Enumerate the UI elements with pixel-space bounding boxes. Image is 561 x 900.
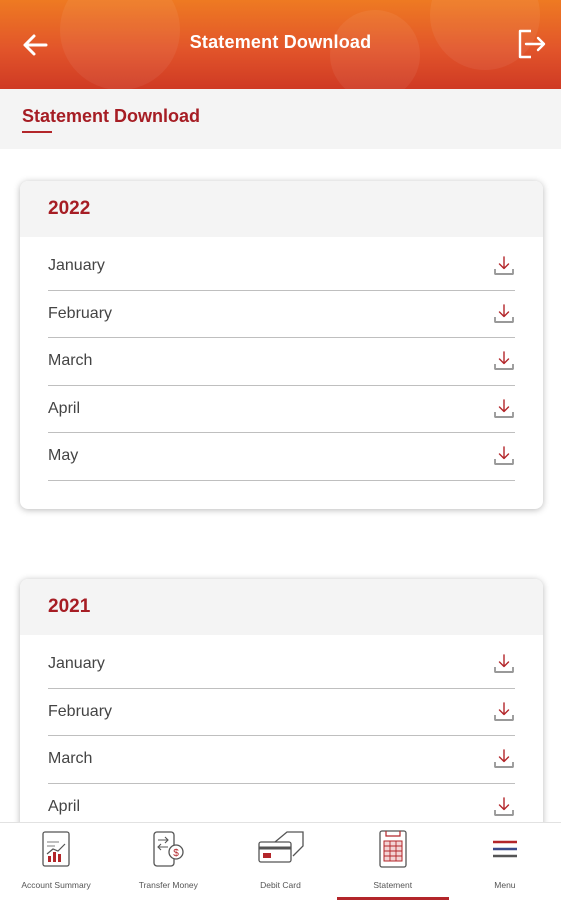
month-label: February bbox=[48, 702, 113, 720]
transfer-money-icon: $ bbox=[150, 829, 186, 869]
menu-icon bbox=[491, 829, 519, 869]
title-underline bbox=[22, 131, 52, 133]
nav-menu[interactable]: Menu bbox=[449, 823, 561, 900]
year-heading: 2022 bbox=[20, 181, 543, 237]
nav-account-summary[interactable]: Account Summary bbox=[0, 823, 112, 900]
month-label: March bbox=[48, 352, 93, 370]
download-icon[interactable] bbox=[493, 303, 515, 325]
statement-icon bbox=[376, 829, 410, 869]
month-label: January bbox=[48, 655, 105, 673]
statement-list[interactable]: 2022 January February March April May 20… bbox=[0, 149, 561, 822]
statement-row[interactable]: January bbox=[48, 641, 515, 689]
statement-row[interactable]: March bbox=[48, 338, 515, 386]
nav-label: Statement bbox=[373, 880, 413, 890]
nav-statement[interactable]: Statement bbox=[336, 823, 450, 900]
statement-row[interactable]: May bbox=[48, 433, 515, 481]
statement-row[interactable]: April bbox=[48, 386, 515, 433]
nav-label: Account Summary bbox=[21, 880, 91, 890]
nav-label: Debit Card bbox=[260, 880, 301, 890]
download-icon[interactable] bbox=[493, 445, 515, 467]
download-icon[interactable] bbox=[493, 748, 515, 770]
account-summary-icon bbox=[39, 829, 73, 869]
svg-text:$: $ bbox=[174, 848, 180, 859]
download-icon[interactable] bbox=[493, 701, 515, 723]
month-label: January bbox=[48, 257, 105, 275]
month-label: May bbox=[48, 447, 79, 465]
statement-row[interactable]: March bbox=[48, 736, 515, 784]
month-label: February bbox=[48, 304, 113, 322]
bottom-navigation: Account Summary $ Transfer Money Debit C… bbox=[0, 822, 561, 900]
page-title: Statement Download bbox=[22, 106, 201, 126]
year-heading: 2021 bbox=[20, 579, 543, 635]
month-label: March bbox=[48, 750, 93, 768]
download-icon[interactable] bbox=[493, 653, 515, 675]
nav-transfer-money[interactable]: $ Transfer Money bbox=[112, 823, 224, 900]
download-icon[interactable] bbox=[493, 398, 515, 420]
year-card-2022: 2022 January February March April May bbox=[20, 181, 543, 509]
app-bar-title: Statement Download bbox=[189, 32, 372, 52]
download-icon[interactable] bbox=[493, 350, 515, 372]
page-subheader: Statement Download bbox=[0, 89, 561, 149]
logout-icon[interactable] bbox=[515, 26, 549, 62]
nav-label: Menu bbox=[494, 880, 516, 890]
download-icon[interactable] bbox=[493, 255, 515, 277]
nav-label: Transfer Money bbox=[138, 880, 198, 890]
month-label: April bbox=[48, 797, 81, 815]
debit-card-icon bbox=[257, 829, 305, 869]
statement-row[interactable]: February bbox=[48, 689, 515, 736]
app-bar: Statement Download bbox=[0, 0, 561, 89]
statement-row[interactable]: February bbox=[48, 291, 515, 338]
download-icon[interactable] bbox=[493, 796, 515, 818]
year-card-2021: 2021 January February March April bbox=[20, 579, 543, 822]
statement-row[interactable]: January bbox=[48, 243, 515, 291]
month-label: April bbox=[48, 399, 81, 417]
nav-debit-card[interactable]: Debit Card bbox=[224, 823, 336, 900]
statement-row[interactable]: April bbox=[48, 784, 515, 823]
